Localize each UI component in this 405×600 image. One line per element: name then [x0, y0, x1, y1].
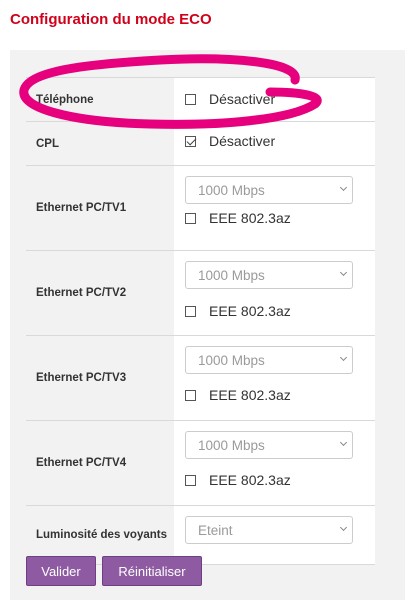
ethernet-1-eee-checkbox[interactable] — [185, 212, 196, 224]
row-ethernet-3: Ethernet PC/TV3 1000 Mbps EEE 802.3az — [26, 336, 375, 421]
ethernet-2-speed-select[interactable]: 1000 Mbps — [185, 261, 353, 289]
cpl-disable-checkbox[interactable] — [185, 135, 196, 147]
row-label-ethernet-1: Ethernet PC/TV1 — [26, 166, 174, 250]
luminosite-value: Eteint — [198, 522, 233, 538]
telephone-disable-label: Désactiver — [209, 91, 276, 107]
ethernet-2-eee-checkbox[interactable] — [185, 305, 196, 317]
ethernet-1-speed-select[interactable]: 1000 Mbps — [185, 176, 353, 204]
chevron-down-icon — [339, 183, 348, 192]
row-ethernet-1: Ethernet PC/TV1 1000 Mbps EEE 802.3az — [26, 166, 375, 251]
ethernet-3-eee-checkbox[interactable] — [185, 389, 196, 401]
ethernet-3-eee-label: EEE 802.3az — [209, 387, 291, 403]
ethernet-4-speed-value: 1000 Mbps — [198, 437, 265, 453]
row-telephone: Téléphone Désactiver — [26, 78, 375, 122]
ethernet-3-speed-value: 1000 Mbps — [198, 352, 265, 368]
ethernet-2-eee-option[interactable]: EEE 802.3az — [185, 303, 291, 319]
chevron-down-icon — [339, 353, 348, 362]
chevron-down-icon — [339, 523, 348, 532]
valider-button[interactable]: Valider — [26, 556, 96, 586]
row-label-ethernet-4: Ethernet PC/TV4 — [26, 421, 174, 505]
cpl-disable-option[interactable]: Désactiver — [185, 133, 275, 149]
row-label-cpl: CPL — [26, 122, 174, 165]
ethernet-4-eee-checkbox[interactable] — [185, 474, 196, 486]
telephone-disable-checkbox[interactable] — [185, 93, 196, 105]
cpl-disable-label: Désactiver — [209, 133, 276, 149]
ethernet-4-speed-select[interactable]: 1000 Mbps — [185, 431, 353, 459]
luminosite-select[interactable]: Eteint — [185, 516, 353, 544]
ethernet-2-eee-label: EEE 802.3az — [209, 303, 291, 319]
page-title: Configuration du mode ECO — [10, 11, 212, 28]
row-label-ethernet-2: Ethernet PC/TV2 — [26, 251, 174, 335]
ethernet-1-eee-option[interactable]: EEE 802.3az — [185, 210, 291, 226]
eco-settings-table: Téléphone Désactiver CPL Désactiver Ethe… — [26, 77, 375, 565]
chevron-down-icon — [339, 438, 348, 447]
row-label-telephone: Téléphone — [26, 78, 174, 121]
ethernet-2-speed-value: 1000 Mbps — [198, 267, 265, 283]
chevron-down-icon — [339, 268, 348, 277]
ethernet-1-eee-label: EEE 802.3az — [209, 210, 291, 226]
telephone-disable-option[interactable]: Désactiver — [185, 91, 275, 107]
row-ethernet-4: Ethernet PC/TV4 1000 Mbps EEE 802.3az — [26, 421, 375, 506]
reinitialiser-button[interactable]: Réinitialiser — [102, 556, 202, 586]
ethernet-1-speed-value: 1000 Mbps — [198, 182, 265, 198]
ethernet-3-eee-option[interactable]: EEE 802.3az — [185, 387, 291, 403]
ethernet-4-eee-option[interactable]: EEE 802.3az — [185, 472, 291, 488]
ethernet-4-eee-label: EEE 802.3az — [209, 472, 291, 488]
ethernet-3-speed-select[interactable]: 1000 Mbps — [185, 346, 353, 374]
row-ethernet-2: Ethernet PC/TV2 1000 Mbps EEE 802.3az — [26, 251, 375, 336]
row-label-ethernet-3: Ethernet PC/TV3 — [26, 336, 174, 420]
row-cpl: CPL Désactiver — [26, 122, 375, 166]
